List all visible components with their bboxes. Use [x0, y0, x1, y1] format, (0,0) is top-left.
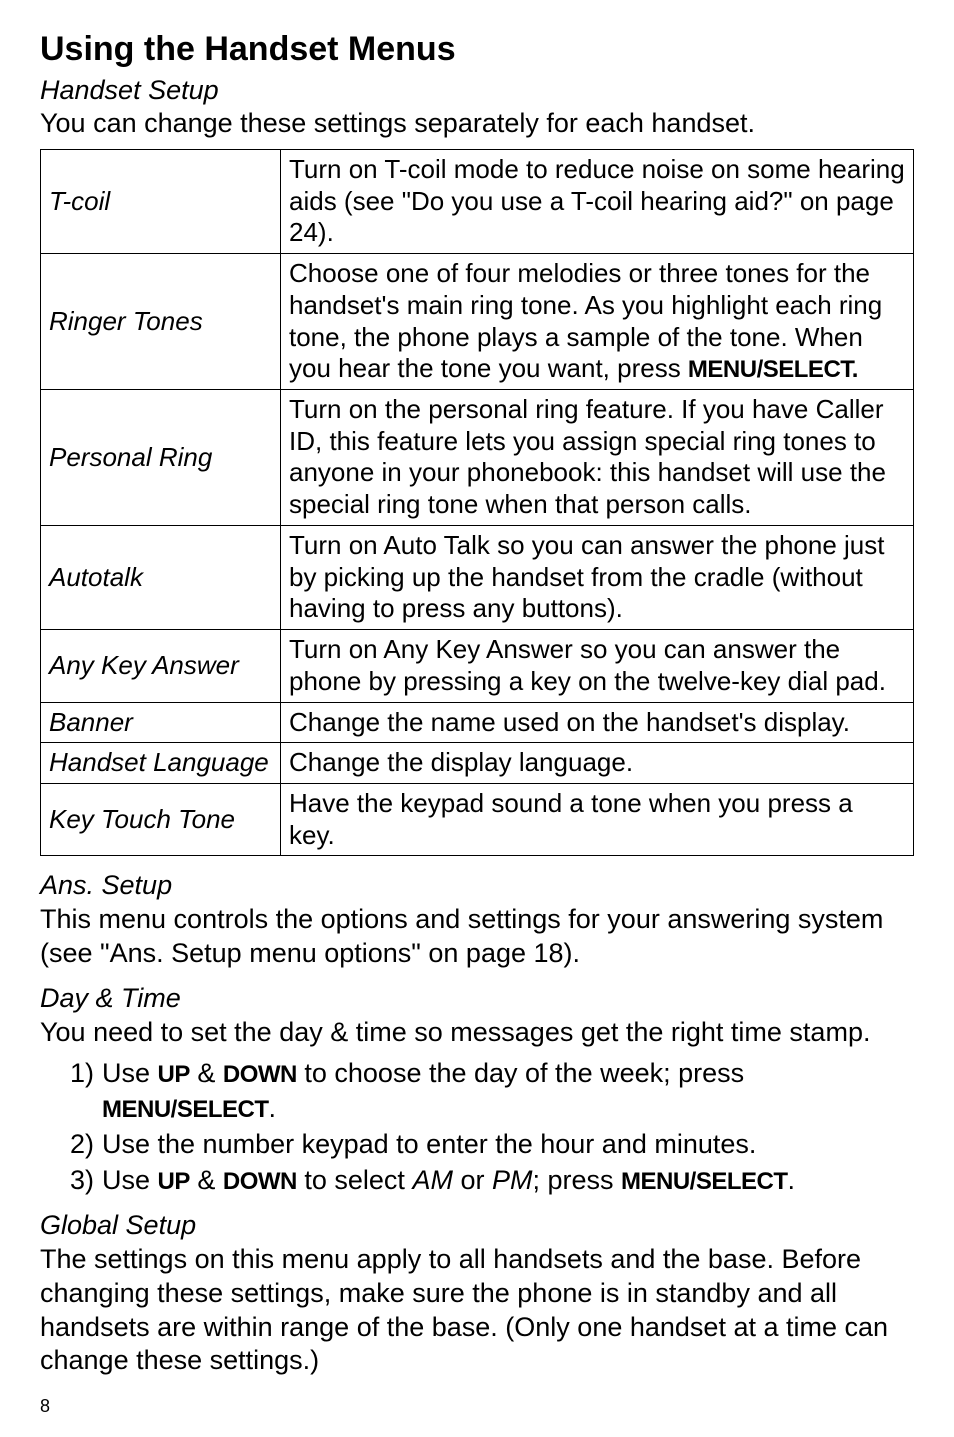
- menu-select-keycap: MENU/SELECT: [621, 1168, 788, 1195]
- setting-label: T-coil: [41, 150, 281, 254]
- ans-setup-heading: Ans. Setup: [40, 870, 914, 901]
- table-row: Any Key AnswerTurn on Any Key Answer so …: [41, 630, 914, 702]
- down-keycap: DOWN: [223, 1168, 297, 1195]
- day-time-heading: Day & Time: [40, 983, 914, 1014]
- setting-description: Turn on the personal ring feature. If yo…: [281, 390, 914, 526]
- day-time-intro: You need to set the day & time so messag…: [40, 1016, 914, 1050]
- handset-setup-heading: Handset Setup: [40, 75, 914, 106]
- handset-setup-intro: You can change these settings separately…: [40, 108, 914, 139]
- ans-setup-body: This menu controls the options and setti…: [40, 903, 914, 971]
- menu-select-keycap: MENU/SELECT.: [688, 356, 858, 383]
- setting-label: Any Key Answer: [41, 630, 281, 702]
- step-3: Use UP & DOWN to select AM or PM; press …: [70, 1163, 914, 1199]
- setting-description: Turn on Auto Talk so you can answer the …: [281, 525, 914, 629]
- setting-label: Key Touch Tone: [41, 783, 281, 855]
- setting-label: Banner: [41, 702, 281, 743]
- day-time-steps-list: Use UP & DOWN to choose the day of the w…: [40, 1056, 914, 1199]
- table-row: BannerChange the name used on the handse…: [41, 702, 914, 743]
- setting-description: Change the name used on the handset's di…: [281, 702, 914, 743]
- up-keycap: UP: [158, 1061, 190, 1088]
- step-1: Use UP & DOWN to choose the day of the w…: [70, 1056, 914, 1127]
- setting-description: Choose one of four melodies or three ton…: [281, 254, 914, 390]
- global-setup-heading: Global Setup: [40, 1210, 914, 1241]
- up-keycap: UP: [158, 1168, 190, 1195]
- setting-description: Turn on Any Key Answer so you can answer…: [281, 630, 914, 702]
- setting-description: Turn on T-coil mode to reduce noise on s…: [281, 150, 914, 254]
- table-row: Personal RingTurn on the personal ring f…: [41, 390, 914, 526]
- page-title: Using the Handset Menus: [40, 30, 914, 69]
- page-number: 8: [40, 1396, 914, 1417]
- setting-label: Autotalk: [41, 525, 281, 629]
- setting-description: Have the keypad sound a tone when you pr…: [281, 783, 914, 855]
- setting-label: Handset Language: [41, 743, 281, 784]
- table-row: AutotalkTurn on Auto Talk so you can ans…: [41, 525, 914, 629]
- table-row: Ringer TonesChoose one of four melodies …: [41, 254, 914, 390]
- global-setup-body: The settings on this menu apply to all h…: [40, 1243, 914, 1378]
- down-keycap: DOWN: [223, 1061, 297, 1088]
- handset-setup-table: T-coilTurn on T-coil mode to reduce nois…: [40, 149, 914, 856]
- setting-label: Ringer Tones: [41, 254, 281, 390]
- setting-label: Personal Ring: [41, 390, 281, 526]
- table-row: Handset LanguageChange the display langu…: [41, 743, 914, 784]
- table-row: T-coilTurn on T-coil mode to reduce nois…: [41, 150, 914, 254]
- step-2: Use the number keypad to enter the hour …: [70, 1127, 914, 1163]
- setting-description: Change the display language.: [281, 743, 914, 784]
- menu-select-keycap: MENU/SELECT: [102, 1096, 269, 1123]
- table-row: Key Touch ToneHave the keypad sound a to…: [41, 783, 914, 855]
